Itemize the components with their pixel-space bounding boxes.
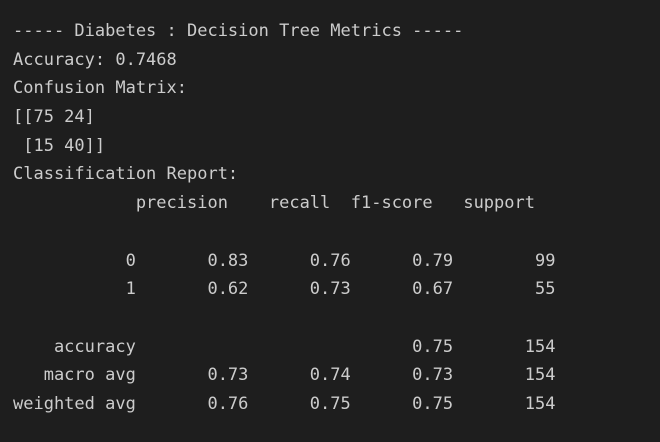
terminal-output: ----- Diabetes : Decision Tree Metrics -… [0, 0, 660, 442]
metrics-header: ----- Diabetes : Decision Tree Metrics -… [13, 21, 464, 41]
report-row-accuracy: accuracy 0.75 154 [13, 336, 556, 357]
report-row-weighted-avg: weighted avg 0.76 0.75 0.75 154 [13, 393, 556, 414]
confusion-matrix-row: [[75 24] [13, 107, 95, 128]
report-row-class-0: 0 0.83 0.76 0.79 99 [13, 250, 556, 271]
report-column-headers: precision recall f1-score support [13, 193, 535, 214]
classification-report-label: Classification Report: [13, 164, 239, 185]
confusion-matrix-label: Confusion Matrix: [13, 78, 187, 99]
report-row-class-1: 1 0.62 0.73 0.67 55 [13, 279, 556, 300]
confusion-matrix-row: [15 40]] [13, 135, 106, 156]
report-row-macro-avg: macro avg 0.73 0.74 0.73 154 [13, 365, 556, 386]
accuracy-line: Accuracy: 0.7468 [13, 49, 177, 70]
